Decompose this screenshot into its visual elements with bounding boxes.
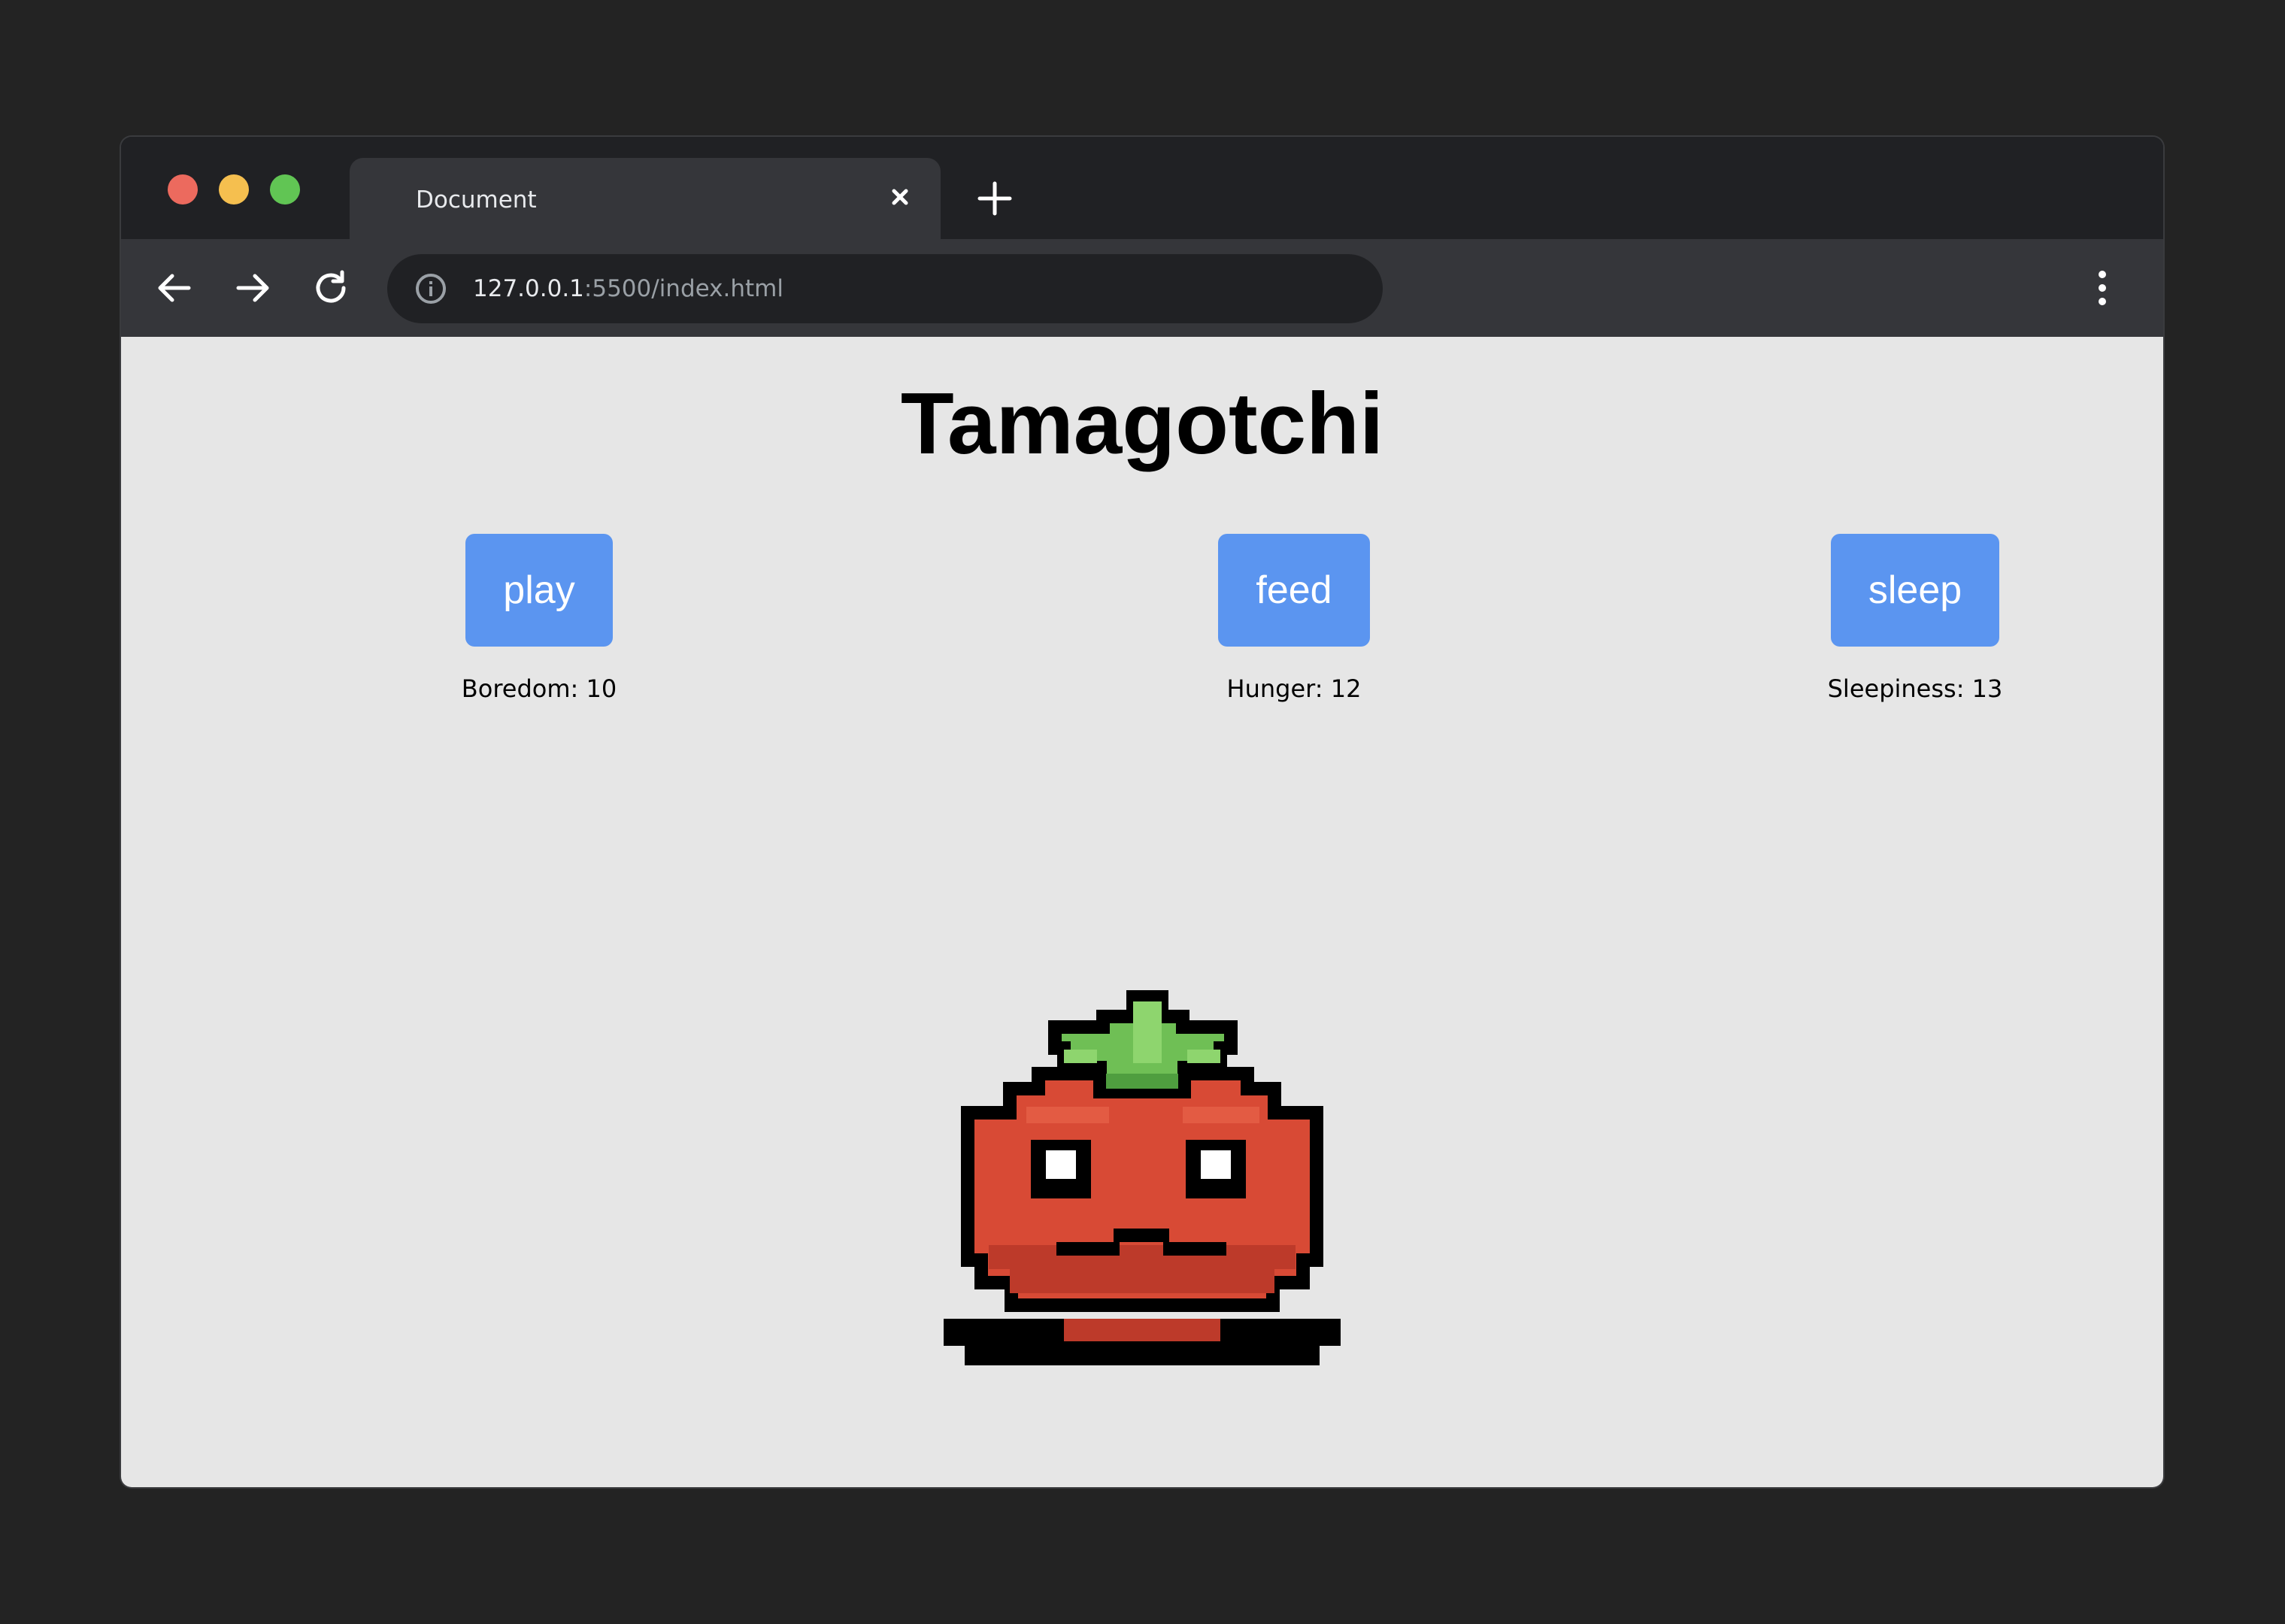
feed-section: feed Hunger: 12: [1144, 534, 1444, 704]
minimize-window-button[interactable]: [219, 174, 249, 205]
page-title: Tamagotchi: [900, 374, 1384, 472]
browser-window: Document 127.0.0.1:5500/index.html Tamag…: [121, 137, 2163, 1487]
browser-toolbar: 127.0.0.1:5500/index.html: [121, 239, 2163, 337]
hunger-stat: Hunger: 12: [1226, 674, 1362, 703]
more-vertical-icon[interactable]: [2090, 266, 2115, 310]
url-path: :5500/index.html: [583, 275, 783, 302]
tomato-pet-icon: [944, 983, 1341, 1365]
back-arrow-icon[interactable]: [153, 266, 196, 310]
sleepiness-stat: Sleepiness: 13: [1827, 674, 2003, 703]
play-button[interactable]: play: [465, 534, 613, 647]
forward-arrow-icon[interactable]: [231, 266, 274, 310]
info-icon[interactable]: [414, 272, 447, 305]
close-icon[interactable]: [883, 180, 917, 214]
title-bar: Document: [121, 137, 2163, 239]
sleep-section: sleep Sleepiness: 13: [1765, 534, 2065, 704]
sleep-button[interactable]: sleep: [1830, 534, 2000, 647]
plus-icon[interactable]: [974, 177, 1016, 220]
feed-button[interactable]: feed: [1218, 534, 1370, 647]
reload-icon[interactable]: [309, 266, 353, 310]
boredom-stat: Boredom: 10: [461, 674, 617, 703]
url-host: 127.0.0.1: [473, 275, 584, 302]
tab-title: Document: [416, 186, 537, 214]
close-window-button[interactable]: [168, 174, 198, 205]
address-bar[interactable]: 127.0.0.1:5500/index.html: [387, 254, 1383, 323]
page-content: Tamagotchi play Boredom: 10 feed Hunger:…: [121, 337, 2163, 1487]
maximize-window-button[interactable]: [270, 174, 300, 205]
play-section: play Boredom: 10: [389, 534, 689, 704]
url-text[interactable]: 127.0.0.1:5500/index.html: [473, 273, 783, 304]
active-tab[interactable]: Document: [350, 158, 941, 239]
